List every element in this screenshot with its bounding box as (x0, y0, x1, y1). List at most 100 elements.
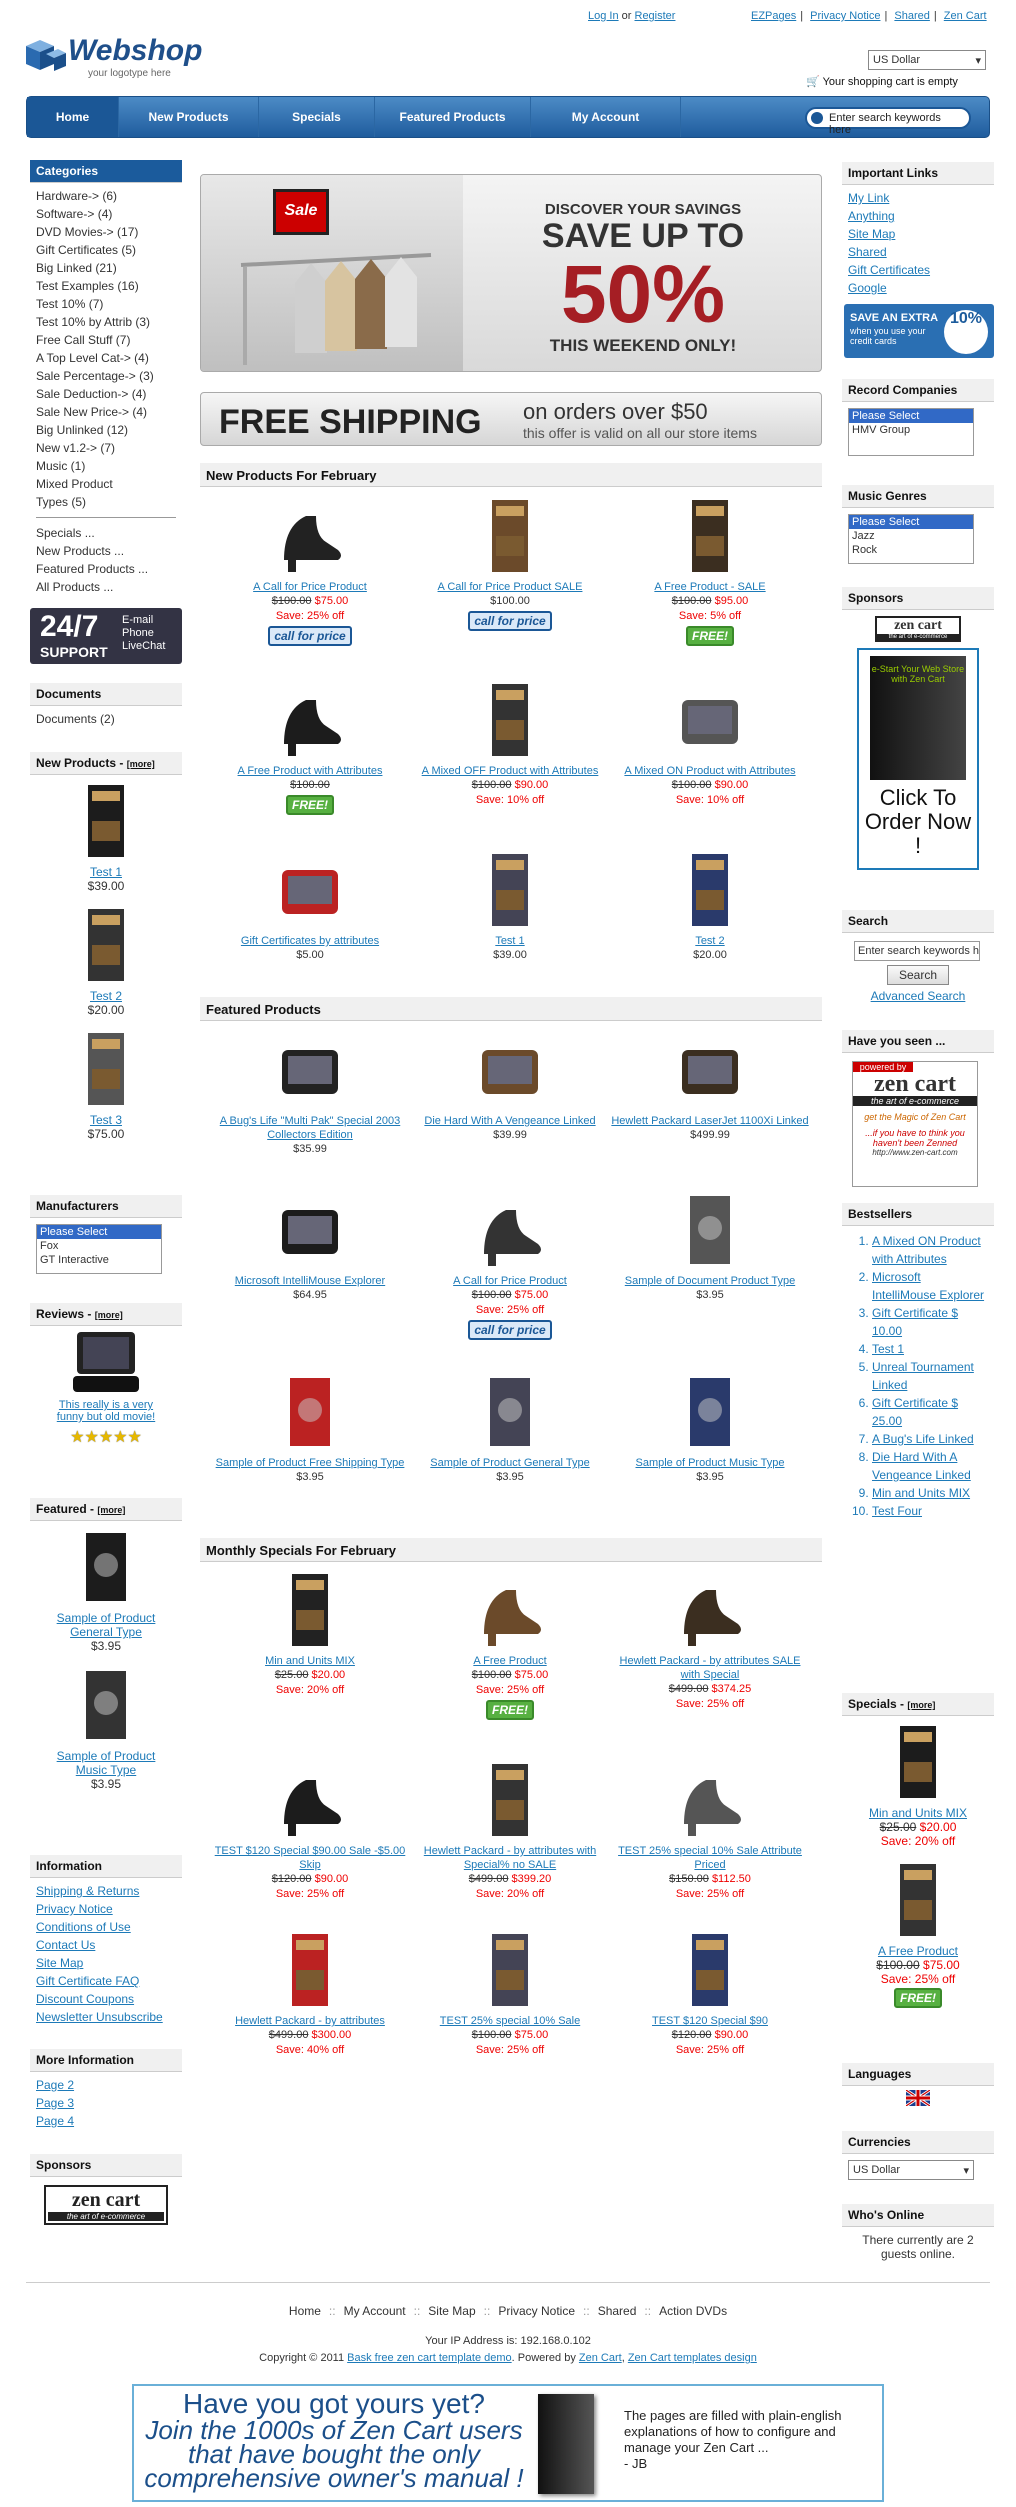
side-product-name[interactable]: Min and Units MIX (842, 1806, 994, 1820)
product-image[interactable] (670, 1760, 750, 1840)
important-link[interactable]: Site Map (848, 225, 988, 243)
side-product[interactable]: A Free Product $100.00 $75.00 Save: 25% of… (842, 1854, 994, 2014)
category-link[interactable]: DVD Movies-> (17) (36, 223, 176, 241)
side-product[interactable]: Test 1 $39.00 (30, 775, 182, 899)
product-image[interactable] (670, 1930, 750, 2010)
product-card[interactable]: Test 2 $20.00 (610, 850, 810, 963)
zencart-logo-right[interactable]: zen cart the art of e-commerce (875, 616, 961, 642)
book-ad[interactable]: e-Start Your Web Store with Zen Cart Cli… (857, 648, 979, 870)
search-button[interactable]: Search (887, 965, 949, 985)
product-name[interactable]: Sample of Product General Type (410, 1456, 610, 1470)
side-product[interactable]: Sample of Product General Type $3.95 (30, 1521, 182, 1659)
manufacturer-option[interactable]: Please Select (37, 1225, 161, 1239)
more-info-link[interactable]: Page 2 (36, 2076, 176, 2094)
record-option[interactable]: HMV Group (849, 423, 973, 437)
bestseller-link[interactable]: Gift Certificate $ 25.00 (872, 1394, 988, 1430)
category-link[interactable]: Test Examples (16) (36, 277, 176, 295)
bestseller-link[interactable]: Gift Certificate $ 10.00 (872, 1304, 988, 1340)
manufacturers-select[interactable]: Please Select Fox GT Interactive (36, 1224, 162, 1274)
product-card[interactable]: A Free Product $100.00 $75.00 Save: 25% of… (410, 1570, 610, 1720)
footer-link[interactable]: Shared (598, 2304, 637, 2318)
product-image[interactable] (270, 1190, 350, 1270)
category-link[interactable]: Music (1) (36, 457, 176, 475)
featured-side-more[interactable]: [more] (97, 1505, 125, 1515)
product-image[interactable] (270, 1760, 350, 1840)
important-link[interactable]: My Link (848, 189, 988, 207)
product-name[interactable]: Sample of Product Music Type (610, 1456, 810, 1470)
information-link[interactable]: Contact Us (36, 1936, 176, 1954)
zencart-link[interactable]: Zen Cart (944, 10, 987, 22)
product-image[interactable] (270, 1030, 350, 1110)
bestseller-link[interactable]: Die Hard With A Vengeance Linked (872, 1448, 988, 1484)
search-input[interactable]: Enter search keywords here (805, 107, 971, 136)
product-image[interactable] (470, 1930, 550, 2010)
product-card[interactable]: A Mixed OFF Product with Attributes $100.… (410, 680, 610, 808)
cart-status[interactable]: 🛒 Your shopping cart is empty (806, 75, 958, 88)
product-image[interactable] (270, 1372, 350, 1452)
product-name[interactable]: A Free Product with Attributes (210, 764, 410, 778)
product-name[interactable]: A Call for Price Product SALE (410, 580, 610, 594)
nav-new-products[interactable]: New Products (119, 97, 259, 137)
product-name[interactable]: TEST 25% special 10% Sale Attribute Pric… (610, 1844, 810, 1872)
category-link[interactable]: Mixed Product (36, 475, 176, 493)
genre-option[interactable]: Jazz (849, 529, 973, 543)
product-name[interactable]: A Free Product - SALE (610, 580, 810, 594)
product-card[interactable]: Test 1 $39.00 (410, 850, 610, 963)
documents-link[interactable]: Documents (2) (36, 710, 176, 728)
product-image[interactable] (670, 1570, 750, 1650)
product-card[interactable]: A Free Product with Attributes $100.00 FRE… (210, 680, 410, 815)
product-name[interactable]: A Mixed OFF Product with Attributes (410, 764, 610, 778)
product-image[interactable] (66, 1665, 146, 1745)
nav-home[interactable]: Home (27, 97, 119, 137)
side-product[interactable]: Test 3 $75.00 (30, 1023, 182, 1147)
nav-specials[interactable]: Specials (259, 97, 375, 137)
product-image[interactable] (878, 1860, 958, 1940)
bestseller-link[interactable]: Test Four (872, 1502, 988, 1520)
product-name[interactable]: A Bug's Life "Multi Pak" Special 2003 Co… (210, 1114, 410, 1142)
product-name[interactable]: Min and Units MIX (210, 1654, 410, 1668)
product-name[interactable]: A Call for Price Product (410, 1274, 610, 1288)
important-link[interactable]: Shared (848, 243, 988, 261)
footer-link[interactable]: Home (289, 2304, 321, 2318)
product-card[interactable]: Sample of Product General Type $3.95 (410, 1372, 610, 1485)
product-image[interactable] (878, 1722, 958, 1802)
shared-link[interactable]: Shared (894, 10, 929, 22)
manufacturer-option[interactable]: GT Interactive (37, 1253, 161, 1267)
bestseller-link[interactable]: A Mixed ON Product with Attributes (872, 1232, 988, 1268)
product-card[interactable]: Min and Units MIX $25.00 $20.00 Save: 20% … (210, 1570, 410, 1698)
product-image[interactable] (270, 680, 350, 760)
category-link[interactable]: A Top Level Cat-> (4) (36, 349, 176, 367)
dvd-player-image[interactable] (71, 1330, 141, 1396)
category-link[interactable]: Sale Deduction-> (4) (36, 385, 176, 403)
credit-card-banner[interactable]: SAVE AN EXTRA when you use your credit c… (844, 304, 994, 358)
currency-select[interactable]: US Dollar ▾ (868, 50, 986, 70)
category-link[interactable]: Test 10% (7) (36, 295, 176, 313)
category-link[interactable]: Gift Certificates (5) (36, 241, 176, 259)
product-image[interactable] (670, 680, 750, 760)
information-link[interactable]: Discount Coupons (36, 1990, 176, 2008)
product-image[interactable] (470, 1570, 550, 1650)
information-link[interactable]: Shipping & Returns (36, 1882, 176, 1900)
product-name[interactable]: A Mixed ON Product with Attributes (610, 764, 810, 778)
footer-link[interactable]: Site Map (428, 2304, 475, 2318)
free-shipping-banner[interactable]: FREE SHIPPING on orders over $50 this of… (200, 392, 822, 446)
product-image[interactable] (66, 905, 146, 985)
category-link[interactable]: Types (5) (36, 493, 176, 511)
bestseller-link[interactable]: Microsoft IntelliMouse Explorer (872, 1268, 988, 1304)
product-name[interactable]: TEST $120 Special $90.00 Sale -$5.00 Ski… (210, 1844, 410, 1872)
product-name[interactable]: Hewlett Packard LaserJet 1100Xi Linked (610, 1114, 810, 1128)
advanced-search-link[interactable]: Advanced Search (842, 989, 994, 1003)
information-link[interactable]: Newsletter Unsubscribe (36, 2008, 176, 2026)
product-name[interactable]: Test 1 (410, 934, 610, 948)
category-link[interactable]: Hardware-> (6) (36, 187, 176, 205)
category-link[interactable]: Test 10% by Attrib (3) (36, 313, 176, 331)
footer-link[interactable]: Action DVDs (659, 2304, 727, 2318)
category-extra-link[interactable]: New Products ... (36, 542, 176, 560)
register-link[interactable]: Register (635, 10, 676, 22)
product-image[interactable] (270, 496, 350, 576)
side-product-name[interactable]: Sample of Product General Type (30, 1611, 182, 1639)
product-image[interactable] (670, 1372, 750, 1452)
sale-banner[interactable]: Sale DISCOVER YOUR SAVINGS SAVE UP TO 50… (200, 174, 822, 372)
side-product-name[interactable]: Test 2 (30, 989, 182, 1003)
login-link[interactable]: Log In (588, 10, 619, 22)
